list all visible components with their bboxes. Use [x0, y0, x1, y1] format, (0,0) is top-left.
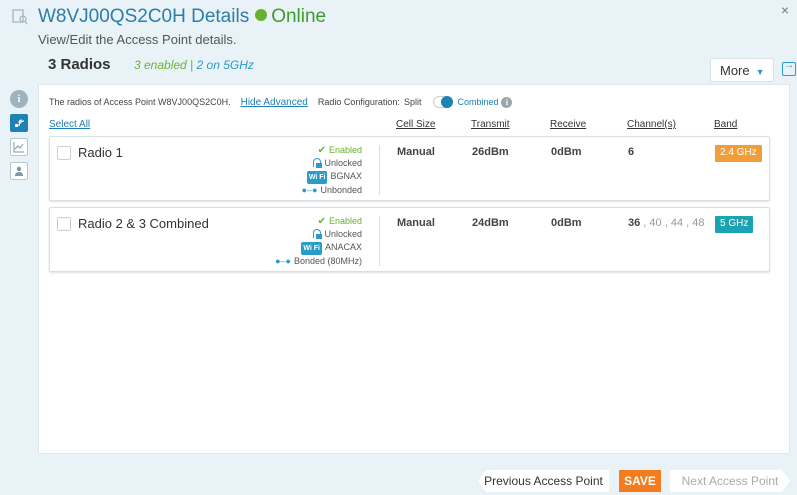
bond-label: Unbonded	[320, 185, 362, 195]
section-summary: 3 enabled | 2 on 5GHz	[134, 58, 254, 72]
radio-row[interactable]: Radio 2 & 3 Combined ✔ Enabled Unlocked W…	[49, 207, 770, 272]
check-icon: ✔	[317, 145, 326, 156]
mode-label: ANACAX	[324, 242, 362, 252]
channels-value: 36 , 40 , 44 , 48	[628, 217, 704, 229]
bond-icon: ●–●	[275, 256, 291, 266]
column-cell-size[interactable]: Cell Size	[396, 119, 435, 130]
side-toolbar: i	[10, 90, 28, 186]
caret-down-icon: ▼	[755, 67, 765, 77]
page-subtitle: View/Edit the Access Point details.	[38, 32, 237, 47]
exit-icon[interactable]	[782, 60, 796, 76]
column-transmit[interactable]: Transmit	[471, 119, 510, 130]
status-text: Online	[271, 6, 327, 27]
more-button[interactable]: More ▼	[710, 58, 774, 82]
enabled-label: Enabled	[328, 216, 362, 226]
radio-row[interactable]: Radio 1 ✔ Enabled Unlocked Wi Fi BGNAX ●–●…	[49, 136, 770, 201]
split-label: Split	[403, 97, 422, 107]
lock-label: Unlocked	[324, 158, 362, 168]
radio-features: ✔ Enabled Unlocked Wi Fi BGNAX ●–● Unbonded	[256, 144, 362, 197]
wifi-icon: Wi Fi	[306, 171, 328, 184]
online-status-icon	[255, 9, 268, 21]
lock-label: Unlocked	[324, 229, 362, 239]
divider	[379, 145, 380, 195]
mode-label: BGNAX	[330, 171, 362, 181]
channel-primary: 36	[628, 217, 641, 229]
radios-panel: The radios of Access Point W8VJ00QS2C0H.…	[38, 84, 790, 454]
radio-features: ✔ Enabled Unlocked Wi Fi ANACAX ●–● Bonded …	[256, 215, 362, 268]
save-button[interactable]: SAVE	[619, 470, 661, 492]
next-access-point-button[interactable]: Next Access Point	[670, 470, 790, 492]
enabled-label: Enabled	[328, 145, 362, 155]
radio-name: Radio 2 & 3 Combined	[78, 216, 209, 231]
unlock-icon	[313, 229, 323, 239]
radio-checkbox[interactable]	[57, 146, 71, 160]
divider	[379, 216, 380, 266]
radio-checkbox[interactable]	[57, 217, 71, 231]
page-title: W8VJ00QS2C0H Details Online	[38, 6, 326, 28]
transmit-value: 26dBm	[472, 146, 509, 158]
transmit-value: 24dBm	[472, 217, 509, 229]
access-point-search-icon	[12, 9, 28, 25]
split-combined-toggle[interactable]	[433, 96, 454, 108]
band-badge: 5 GHz	[715, 216, 754, 233]
header: W8VJ00QS2C0H Details Online View/Edit the…	[0, 0, 797, 52]
wifi-icon: Wi Fi	[301, 242, 322, 255]
select-all-link[interactable]: Select All	[49, 119, 90, 130]
radio-name: Radio 1	[78, 145, 123, 160]
title-text: W8VJ00QS2C0H Details	[38, 6, 250, 27]
bond-icon: ●–●	[301, 185, 318, 195]
column-receive[interactable]: Receive	[550, 119, 586, 130]
radio-config-label: Radio Configuration:	[317, 97, 400, 107]
cell-size-value: Manual	[397, 217, 435, 229]
5ghz-summary: 2 on 5GHz	[196, 58, 254, 72]
chart-icon[interactable]	[10, 138, 28, 156]
receive-value: 0dBm	[551, 217, 582, 229]
channel-primary: 6	[628, 146, 635, 158]
previous-access-point-button[interactable]: Previous Access Point	[478, 470, 609, 492]
section-title: 3 Radios	[48, 56, 111, 73]
info-icon[interactable]: i	[10, 90, 28, 108]
combined-label: Combined	[457, 97, 499, 107]
enabled-summary: 3 enabled |	[134, 58, 194, 72]
unlock-icon	[313, 158, 323, 168]
radio-signal-icon[interactable]	[10, 114, 28, 132]
bond-label: Bonded (80MHz)	[293, 256, 362, 266]
cell-size-value: Manual	[397, 146, 435, 158]
info-prefix: The radios of Access Point W8VJ00QS2C0H.	[49, 97, 231, 107]
hide-advanced-link[interactable]: Hide Advanced	[241, 97, 308, 108]
channel-rest: , 40 , 44 , 48	[640, 217, 705, 229]
footer: Previous Access Point SAVE Next Access P…	[0, 462, 797, 495]
radios-section-header: 3 Radios 3 enabled | 2 on 5GHz More ▼	[38, 50, 797, 84]
column-channels[interactable]: Channel(s)	[627, 119, 676, 130]
channels-value: 6	[628, 146, 634, 158]
radio-config-line: The radios of Access Point W8VJ00QS2C0H.…	[49, 96, 513, 108]
band-badge: 2.4 GHz	[715, 145, 762, 162]
column-band[interactable]: Band	[714, 119, 737, 130]
receive-value: 0dBm	[551, 146, 582, 158]
more-label: More	[720, 63, 750, 78]
user-icon[interactable]	[10, 162, 28, 180]
info-icon[interactable]: i	[501, 96, 513, 108]
close-icon[interactable]: ×	[781, 2, 789, 18]
check-icon: ✔	[317, 216, 326, 227]
